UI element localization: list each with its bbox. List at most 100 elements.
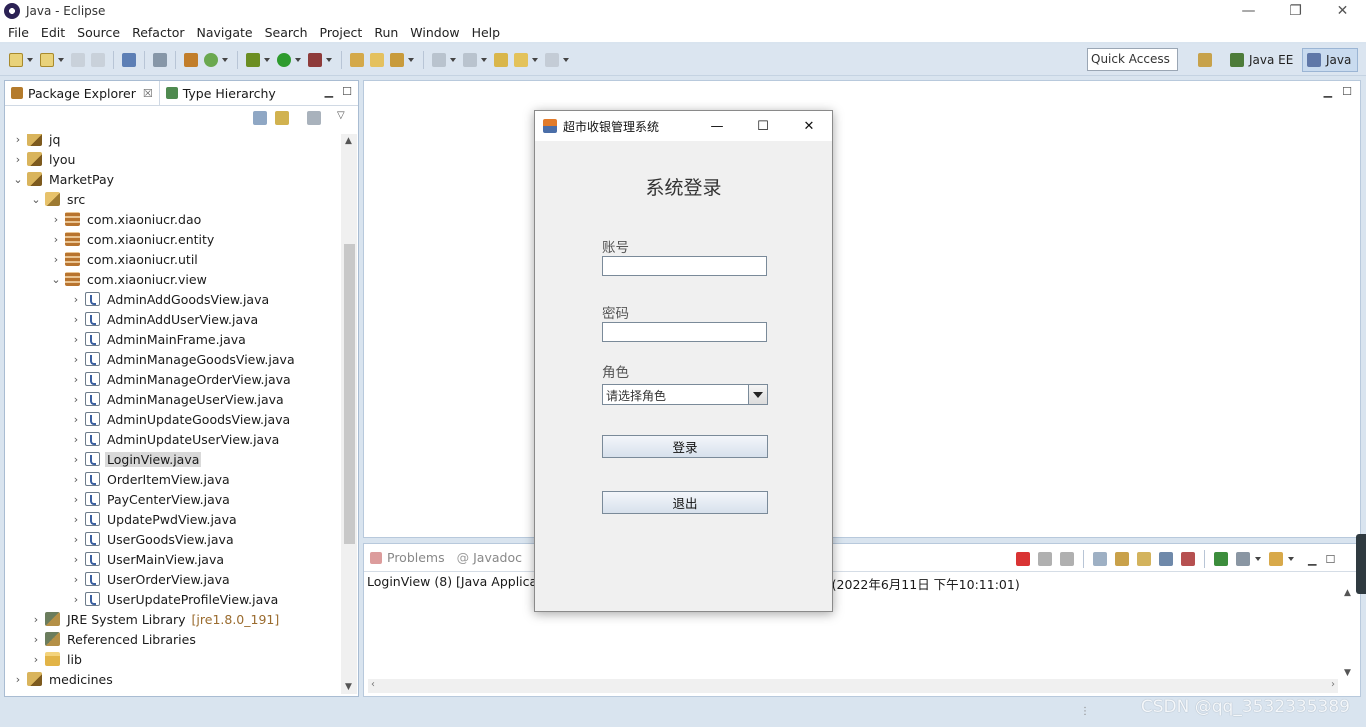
console-horizontal-scrollbar[interactable]: ‹ › [368, 679, 1338, 693]
tree-item[interactable]: › UserMainView.java [5, 549, 226, 569]
refresh-icon[interactable] [204, 52, 218, 67]
tree-item[interactable]: › UserOrderView.java [5, 569, 232, 589]
tab-javadoc[interactable]: @ Javadoc [451, 550, 528, 565]
tree-item[interactable]: › AdminManageGoodsView.java [5, 349, 297, 369]
save-icon[interactable] [71, 52, 85, 67]
menu-search[interactable]: Search [259, 25, 314, 40]
debug-icon[interactable] [246, 52, 260, 67]
terminal-icon[interactable] [122, 52, 136, 67]
open-perspective-button[interactable] [1198, 48, 1217, 72]
tab-package-explorer[interactable]: Package Explorer ☒ [5, 80, 160, 106]
pin-console-icon[interactable] [1214, 552, 1228, 566]
maximize-editor-icon[interactable]: ☐ [1342, 85, 1352, 98]
terminate-icon[interactable] [1016, 552, 1030, 566]
tab-type-hierarchy[interactable]: Type Hierarchy [160, 81, 282, 106]
tree-item[interactable]: ⌄ src [5, 189, 87, 209]
back-dropdown-icon[interactable] [532, 57, 538, 62]
collapse-all-icon[interactable] [253, 111, 267, 125]
run-dropdown-icon[interactable] [295, 57, 301, 62]
last-edit-icon[interactable] [494, 52, 508, 67]
view-menu-icon[interactable]: ▽ [337, 110, 345, 121]
menu-navigate[interactable]: Navigate [191, 25, 259, 40]
password-input[interactable] [602, 322, 767, 342]
save-all-icon[interactable] [91, 52, 105, 67]
skip-breakpoints-icon[interactable] [153, 52, 167, 67]
chevron-right-icon[interactable]: › [13, 673, 23, 686]
minimize-button[interactable]: — [1225, 0, 1272, 22]
chevron-right-icon[interactable]: › [31, 653, 41, 666]
perspective-java-ee[interactable]: Java EE [1230, 48, 1293, 72]
chevron-right-icon[interactable]: › [71, 413, 81, 426]
tree-item[interactable]: › AdminMainFrame.java [5, 329, 248, 349]
external-tools-icon[interactable] [308, 52, 322, 67]
chevron-right-icon[interactable]: › [71, 353, 81, 366]
chevron-right-icon[interactable]: › [71, 553, 81, 566]
prev-annotation-dropdown-icon[interactable] [481, 57, 487, 62]
close-icon[interactable]: ☒ [143, 87, 153, 100]
tree-item[interactable]: › com.xiaoniucr.util [5, 249, 200, 269]
chevron-right-icon[interactable]: › [71, 293, 81, 306]
chevron-right-icon[interactable]: › [31, 613, 41, 626]
tab-problems[interactable]: Problems [364, 550, 451, 565]
new-file-icon[interactable] [40, 52, 54, 67]
login-button[interactable]: 登录 [602, 435, 768, 458]
tree-item[interactable]: › UserGoodsView.java [5, 529, 236, 549]
display-console-dropdown-icon[interactable] [1255, 557, 1261, 561]
open-folder-icon[interactable] [370, 52, 384, 67]
chevron-right-icon[interactable]: › [71, 393, 81, 406]
tree-item[interactable]: › UserUpdateProfileView.java [5, 589, 280, 609]
chevron-down-icon[interactable] [748, 385, 767, 404]
run-icon[interactable] [277, 52, 291, 67]
scroll-up-icon[interactable]: ▲ [345, 136, 352, 146]
chevron-right-icon[interactable]: › [71, 313, 81, 326]
role-select[interactable]: 请选择角色 [602, 384, 768, 405]
chevron-right-icon[interactable]: › [71, 513, 81, 526]
tree-item[interactable]: › jq [5, 134, 62, 149]
next-annotation-dropdown-icon[interactable] [450, 57, 456, 62]
back-icon[interactable] [514, 52, 528, 67]
tree-item[interactable]: › LoginView.java [5, 449, 202, 469]
tree-item[interactable]: › AdminUpdateUserView.java [5, 429, 281, 449]
tree-item[interactable]: › UpdatePwdView.java [5, 509, 239, 529]
menu-project[interactable]: Project [314, 25, 369, 40]
chevron-down-icon[interactable]: ⌄ [31, 193, 41, 206]
chevron-right-icon[interactable]: › [71, 573, 81, 586]
focus-task-icon[interactable] [307, 111, 321, 125]
chevron-right-icon[interactable]: › [51, 213, 61, 226]
search-tool-icon[interactable] [390, 52, 404, 67]
chevron-down-icon[interactable]: ⌄ [13, 173, 23, 186]
dialog-minimize-button[interactable]: — [694, 111, 740, 141]
tree-item[interactable]: › PayCenterView.java [5, 489, 232, 509]
tree-item[interactable]: › AdminUpdateGoodsView.java [5, 409, 292, 429]
tree-item[interactable]: ⌄ MarketPay [5, 169, 116, 189]
menu-run[interactable]: Run [368, 25, 404, 40]
tree-item[interactable]: › JRE System Library [jre1.8.0_191] [5, 609, 279, 629]
remove-launch-icon[interactable] [1038, 552, 1052, 566]
tree-vertical-scrollbar[interactable]: ▲ ▼ [341, 134, 357, 694]
chevron-right-icon[interactable]: › [13, 134, 23, 146]
exit-button[interactable]: 退出 [602, 491, 768, 514]
forward-dropdown-icon[interactable] [563, 57, 569, 62]
package-icon[interactable] [184, 52, 198, 67]
tree-item[interactable]: › com.xiaoniucr.entity [5, 229, 216, 249]
chevron-right-icon[interactable]: › [71, 453, 81, 466]
link-with-editor-icon[interactable] [275, 111, 289, 125]
scroll-left-icon[interactable]: ‹ [371, 679, 375, 690]
chevron-right-icon[interactable]: › [71, 593, 81, 606]
new-dropdown-icon[interactable] [27, 57, 33, 62]
minimize-view-icon[interactable]: ▁ [325, 85, 333, 98]
show-on-output-icon[interactable] [1159, 552, 1173, 566]
tree-item[interactable]: › Referenced Libraries [5, 629, 198, 649]
menu-file[interactable]: File [2, 25, 35, 40]
chevron-right-icon[interactable]: › [71, 433, 81, 446]
close-button[interactable]: ✕ [1319, 0, 1366, 22]
account-input[interactable] [602, 256, 767, 276]
chevron-right-icon[interactable]: › [71, 493, 81, 506]
tree-item[interactable]: › com.xiaoniucr.dao [5, 209, 203, 229]
scrollbar-thumb[interactable] [344, 244, 355, 544]
open-type-icon[interactable] [350, 52, 364, 67]
forward-icon[interactable] [545, 52, 559, 67]
tree-item[interactable]: › AdminAddGoodsView.java [5, 289, 271, 309]
console-vertical-scrollbar[interactable]: ▲ ▼ [1344, 588, 1358, 678]
scroll-up-icon[interactable]: ▲ [1344, 588, 1351, 598]
